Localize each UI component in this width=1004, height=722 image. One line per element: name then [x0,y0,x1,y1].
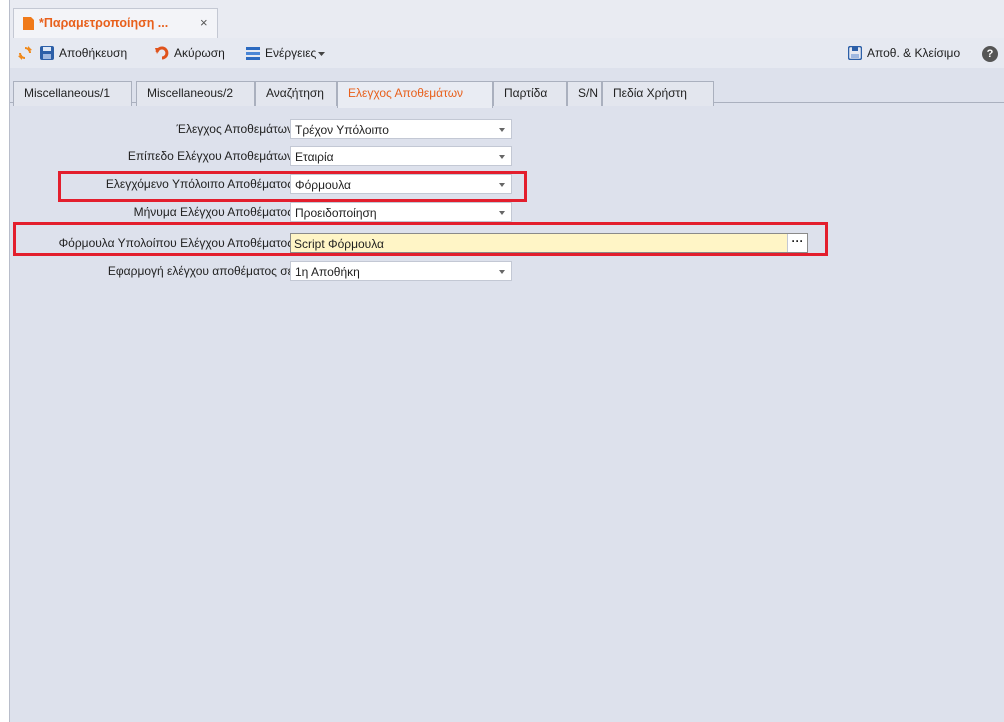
chevron-down-icon [318,51,326,56]
actions-dropdown[interactable]: Ενέργειες [246,45,326,61]
stock-message-value: Προειδοποίηση [295,206,377,220]
stock-control-level-label: Επίπεδο Ελέγχου Αποθεμάτων [127,149,293,163]
undo-icon [155,46,169,60]
chevron-down-icon [499,211,505,215]
chevron-down-icon [499,155,505,159]
balance-formula-label: Φόρμουλα Υπολοίπου Ελέγχου Αποθέματος [58,236,293,250]
tab-batch[interactable]: Παρτίδα [493,81,567,106]
save-button[interactable]: Αποθήκευση [40,45,127,61]
save-label: Αποθήκευση [59,46,128,60]
tab-user-fields[interactable]: Πεδία Χρήστη [602,81,714,106]
document-tab[interactable]: *Παραμετροποίηση ... × [13,8,218,38]
stock-message-label: Μήνυμα Ελέγχου Αποθέματος [133,205,293,219]
window-frame: *Παραμετροποίηση ... × Αποθήκευση Ακύρωσ… [9,0,1004,722]
actions-list-icon [246,47,260,60]
chevron-down-icon [499,270,505,274]
document-icon [23,17,34,30]
refresh-button[interactable] [18,45,37,61]
save-and-close-button[interactable]: Αποθ. & Κλείσιμο [848,45,960,61]
stock-control-row: Έλεγχος Αποθεμάτων Τρέχον Υπόλοιπο [10,119,1004,139]
tab-serial-numbers[interactable]: S/N [567,81,602,106]
floppy-disk-icon [40,46,54,60]
toolbar: Αποθήκευση Ακύρωση Ενέργειες Αποθ. & Κλε… [10,38,1004,68]
apply-stock-control-label: Εφαρμογή ελέγχου αποθέματος σε [107,264,293,278]
balance-formula-row: Φόρμουλα Υπολοίπου Ελέγχου Αποθέματος Sc… [10,233,1004,253]
document-tab-title: *Παραμετροποίηση ... [39,16,169,30]
save-close-label: Αποθ. & Κλείσιμο [867,46,961,60]
stock-message-select[interactable]: Προειδοποίηση [290,202,512,222]
tab-miscellaneous-1[interactable]: Miscellaneous/1 [13,81,132,106]
close-tab-icon[interactable]: × [200,15,208,30]
refresh-icon [18,46,32,60]
stock-control-level-row: Επίπεδο Ελέγχου Αποθεμάτων Εταιρία [10,146,1004,166]
ellipsis-button[interactable]: ··· [787,234,807,252]
stock-control-label: Έλεγχος Αποθεμάτων [176,122,293,136]
tab-stock-control[interactable]: Ελεγχος Αποθεμάτων [337,81,493,108]
apply-stock-control-select[interactable]: 1η Αποθήκη [290,261,512,281]
document-tab-strip: *Παραμετροποίηση ... × [10,0,1004,39]
stock-control-select[interactable]: Τρέχον Υπόλοιπο [290,119,512,139]
stock-control-value: Τρέχον Υπόλοιπο [295,123,389,137]
tab-search[interactable]: Αναζήτηση [255,81,337,106]
stock-control-level-value: Εταιρία [295,150,334,164]
checked-balance-row: Ελεγχόμενο Υπόλοιπο Αποθέματος Φόρμουλα [10,174,1004,194]
stock-message-row: Μήνυμα Ελέγχου Αποθέματος Προειδοποίηση [10,202,1004,222]
balance-formula-value: Script Φόρμουλα [294,237,384,251]
apply-stock-control-row: Εφαρμογή ελέγχου αποθέματος σε 1η Αποθήκ… [10,261,1004,281]
cancel-button[interactable]: Ακύρωση [155,45,225,61]
save-close-icon [848,46,862,60]
balance-formula-field[interactable]: Script Φόρμουλα ··· [290,233,808,253]
help-icon[interactable]: ? [982,46,998,62]
cancel-label: Ακύρωση [174,46,225,60]
tab-miscellaneous-2[interactable]: Miscellaneous/2 [136,81,255,106]
section-tabs: Miscellaneous/1 Miscellaneous/2 Αναζήτησ… [10,76,1004,108]
actions-label: Ενέργειες [265,46,317,60]
chevron-down-icon [499,183,505,187]
checked-balance-label: Ελεγχόμενο Υπόλοιπο Αποθέματος [105,177,293,191]
chevron-down-icon [499,128,505,132]
stock-control-level-select[interactable]: Εταιρία [290,146,512,166]
checked-balance-select[interactable]: Φόρμουλα [290,174,512,194]
checked-balance-value: Φόρμουλα [295,178,351,192]
apply-stock-control-value: 1η Αποθήκη [295,265,360,279]
